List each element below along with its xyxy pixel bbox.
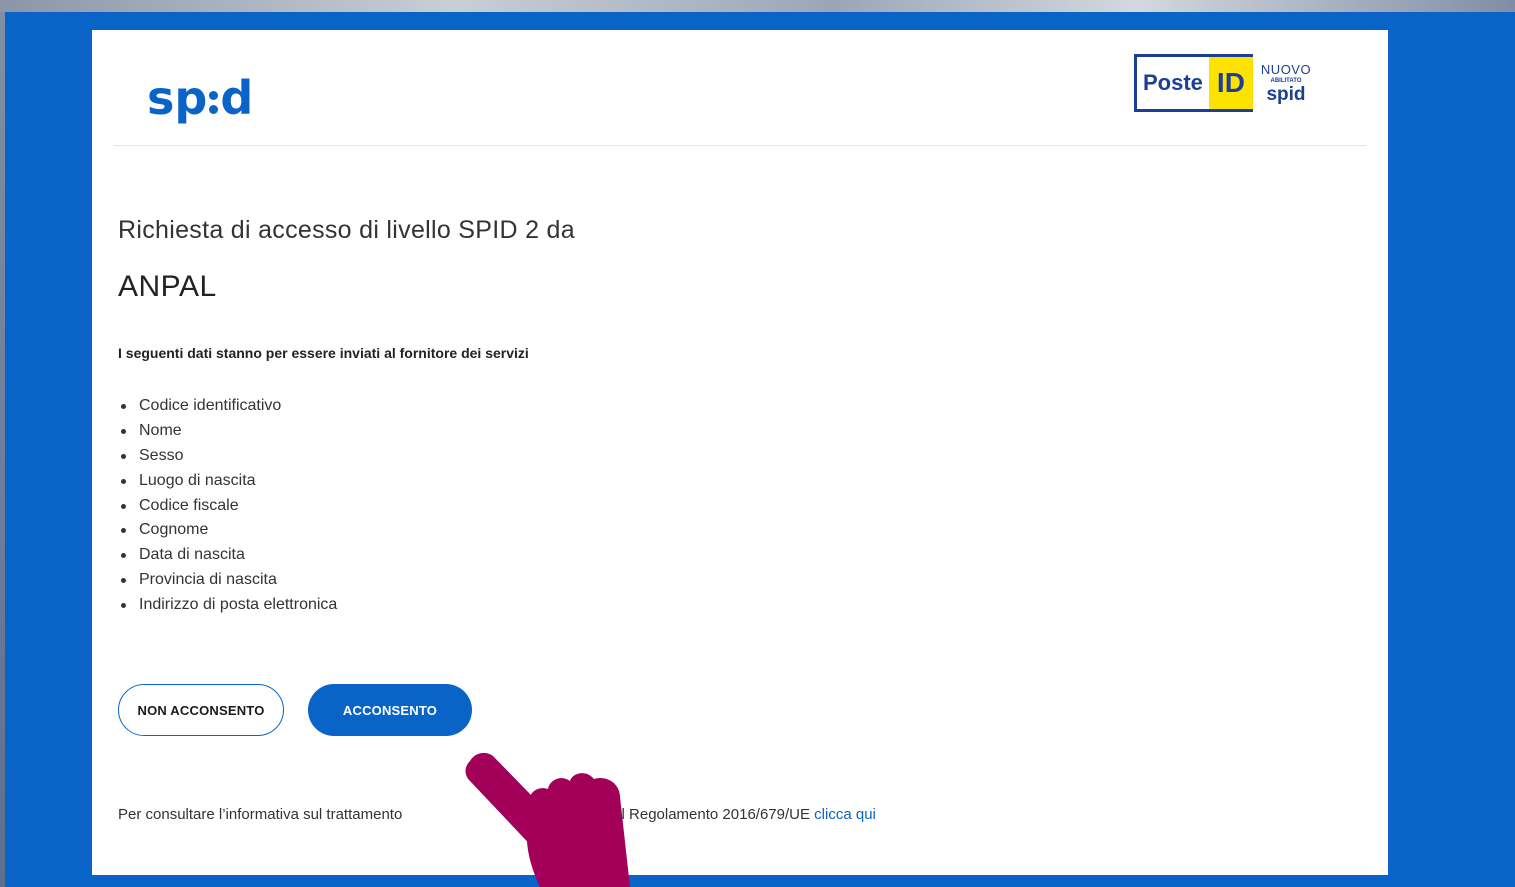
header-divider xyxy=(114,145,1366,146)
deny-consent-button[interactable]: NON ACCONSENTO xyxy=(118,684,284,736)
attribute-list-item: Nome xyxy=(118,419,337,444)
bullet-icon xyxy=(121,528,126,534)
attribute-list-item: Data di nascita xyxy=(118,543,337,568)
attribute-list-item: Provincia di nascita xyxy=(118,568,337,593)
bullet-icon xyxy=(121,603,126,609)
posteid-badge-abilitato: ABILITATO xyxy=(1270,77,1302,84)
attribute-label: Nome xyxy=(139,421,182,439)
attribute-label: Indirizzo di posta elettronica xyxy=(139,596,338,614)
bullet-icon xyxy=(121,503,126,509)
spid-logo-dots xyxy=(209,90,219,114)
attribute-label: Data di nascita xyxy=(139,546,245,564)
posteid-badge-nuovo: NUOVO xyxy=(1260,61,1312,77)
bullet-icon xyxy=(121,553,126,559)
data-intro-text: I seguenti dati stanno per essere inviat… xyxy=(118,345,529,361)
background-photo-strip xyxy=(0,0,1515,12)
background-edge xyxy=(0,12,5,887)
attribute-label: Cognome xyxy=(139,521,209,539)
spid-logo-text-right: d xyxy=(220,71,254,125)
bullet-icon xyxy=(121,403,126,409)
attribute-label: Sesso xyxy=(139,446,184,464)
spid-logo-text-left: sp xyxy=(147,71,208,125)
service-provider-name: ANPAL xyxy=(118,270,217,303)
posteid-logo-badge: NUOVO ABILITATO spid xyxy=(1253,54,1315,112)
attribute-list-item: Sesso xyxy=(118,444,337,469)
posteid-logo: Poste ID NUOVO ABILITATO spid xyxy=(1134,54,1315,112)
bullet-icon xyxy=(121,453,126,459)
attribute-list-item: Cognome xyxy=(118,518,337,543)
attribute-list-item: Luogo di nascita xyxy=(118,469,337,494)
privacy-info-link[interactable]: clicca qui xyxy=(814,806,876,823)
attribute-label: Provincia di nascita xyxy=(139,571,277,589)
posteid-badge-spid: spid xyxy=(1266,83,1306,105)
posteid-logo-poste: Poste xyxy=(1134,54,1209,112)
attribute-label: Codice fiscale xyxy=(139,496,239,514)
bullet-icon xyxy=(121,428,126,434)
request-title: Richiesta di accesso di livello SPID 2 d… xyxy=(118,216,575,244)
attribute-list-item: Codice identificativo xyxy=(118,394,337,419)
attribute-list-item: Codice fiscale xyxy=(118,494,337,519)
attribute-label: Codice identificativo xyxy=(139,397,282,414)
bullet-icon xyxy=(121,578,126,584)
attribute-list-item: Indirizzo di posta elettronica xyxy=(118,593,337,618)
attribute-label: Luogo di nascita xyxy=(139,471,256,489)
privacy-note-text-start: Per consultare l’informativa sul trattam… xyxy=(118,806,403,823)
attribute-list: Codice identificativo Nome Sesso Luogo di n… xyxy=(118,394,337,618)
posteid-logo-id: ID xyxy=(1208,54,1253,112)
pointing-hand-icon xyxy=(465,752,630,887)
bullet-icon xyxy=(121,478,126,484)
spid-logo: sp d xyxy=(147,70,253,126)
allow-consent-button[interactable]: ACCONSENTO xyxy=(308,684,472,736)
consent-card: sp d Poste ID NUOVO ABILITATO spid Richi… xyxy=(92,30,1388,875)
